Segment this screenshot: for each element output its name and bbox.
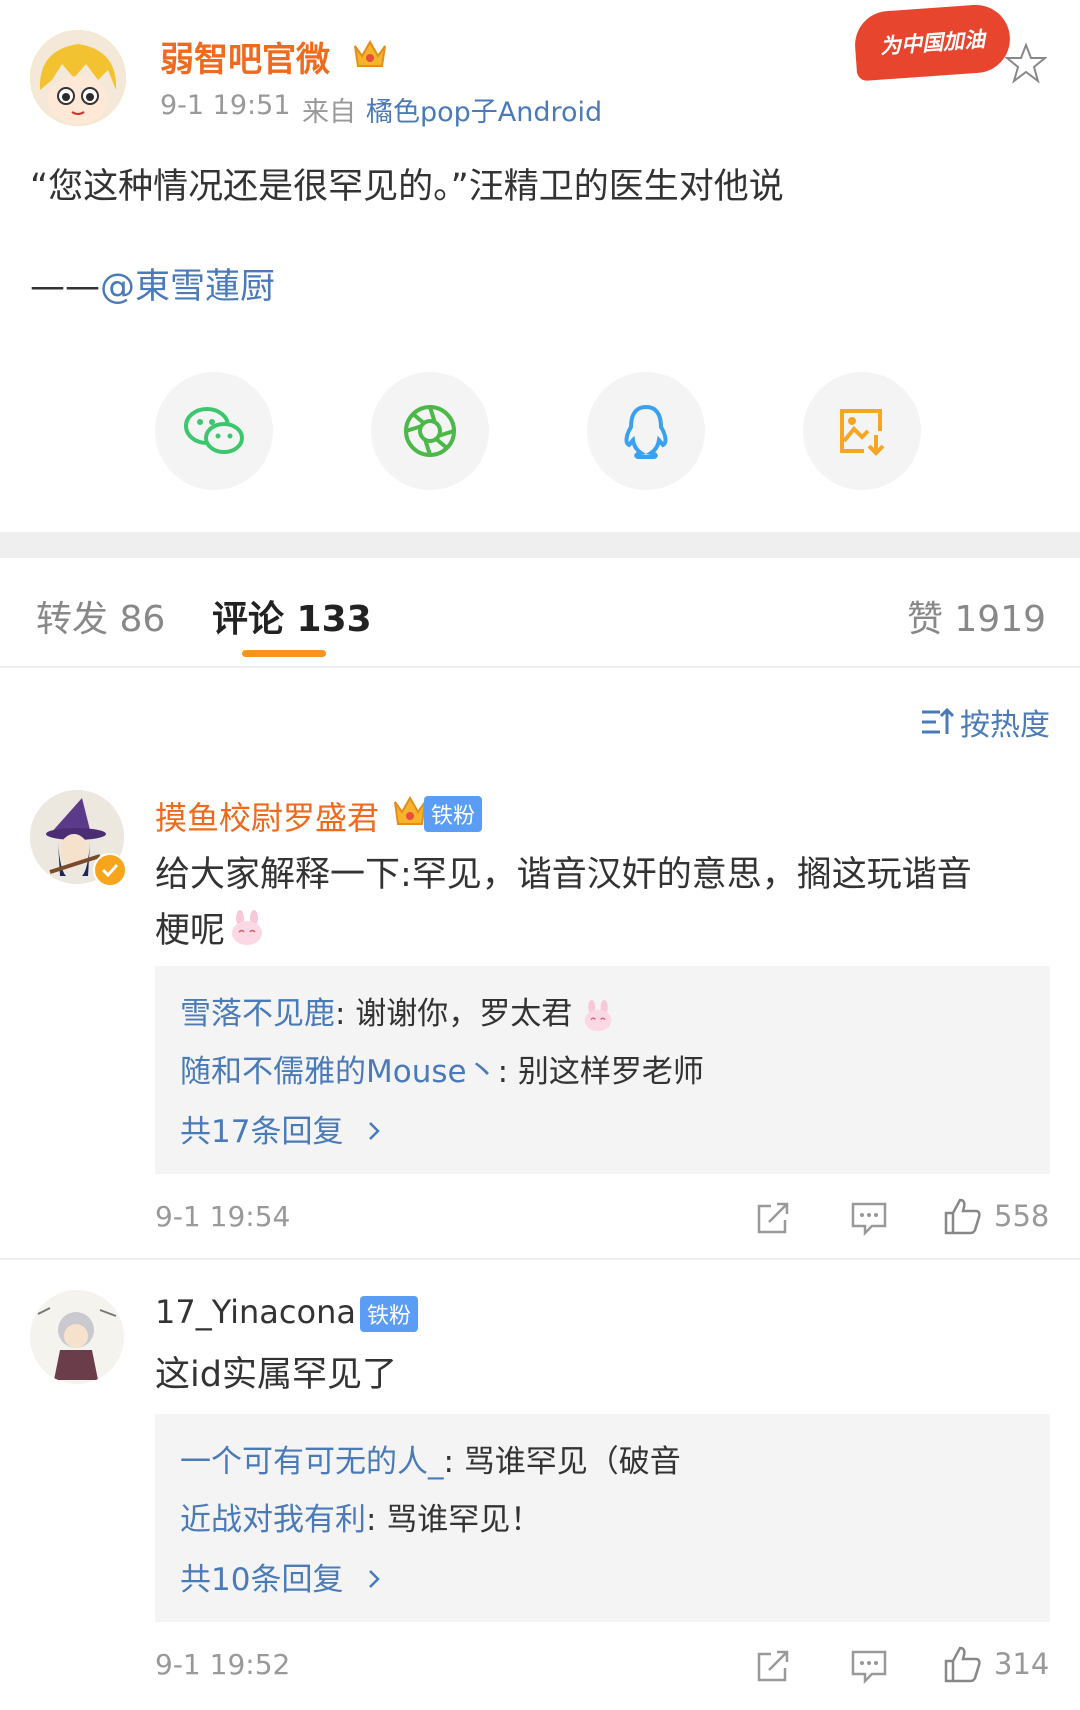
reply-user[interactable]: 雪落不见鹿	[180, 996, 335, 1032]
sort-button[interactable]: 按热度	[920, 700, 1050, 744]
reply-item[interactable]: 随和不儒雅的Mouse丶: 别这样罗老师	[180, 1046, 704, 1091]
post-source-prefix: 来自	[302, 97, 356, 128]
comment-author-name[interactable]: 摸鱼校尉罗盛君	[155, 793, 379, 839]
verified-badge-icon	[93, 853, 127, 887]
tab-comment-indicator	[242, 650, 326, 657]
share-moments-button[interactable]	[371, 372, 489, 490]
wechat-icon	[184, 407, 244, 454]
thumbs-up-icon	[944, 1198, 981, 1235]
more-replies-label: 共17条回复	[180, 1114, 344, 1150]
like-button[interactable]: 314	[942, 1644, 1049, 1684]
promo-badge-label: 为中国加油	[879, 27, 986, 59]
comment-text-line2: 梗呢	[155, 902, 265, 953]
more-replies-link[interactable]: 共10条回复	[180, 1554, 385, 1599]
fan-badge: 铁粉	[360, 1296, 419, 1332]
reply-item[interactable]: 近战对我有利: 骂谁罕见！	[180, 1494, 541, 1539]
post-source-link[interactable]: 橘色pop子Android	[366, 90, 602, 129]
fan-crown-icon	[392, 792, 428, 828]
comment-text-line1: 这id实属罕见了	[155, 1355, 397, 1395]
reply-item[interactable]: 雪落不见鹿: 谢谢你，罗太君	[180, 988, 614, 1033]
reply-text: : 骂谁罕见（破音	[443, 1444, 681, 1480]
sort-icon	[922, 707, 954, 734]
bunny-emoji-icon	[229, 909, 265, 946]
reply-text: : 谢谢你，罗太君	[335, 996, 573, 1032]
post-content-line2: ——@東雪蓮厨	[30, 258, 275, 309]
tab-like[interactable]: 赞 1919	[907, 590, 1046, 642]
moments-icon	[404, 405, 456, 457]
post-mention-link[interactable]: @東雪蓮厨	[100, 267, 275, 307]
comment-icon	[851, 1650, 887, 1685]
reply-user[interactable]: 近战对我有利	[180, 1502, 366, 1538]
reply-user[interactable]: 随和不儒雅的Mouse丶	[180, 1054, 498, 1090]
reply-comment-button[interactable]	[850, 1648, 888, 1685]
tab-repost[interactable]: 转发 86	[36, 590, 165, 642]
more-replies-label: 共10条回复	[180, 1562, 344, 1598]
favorite-star-icon[interactable]	[1004, 42, 1048, 84]
share-icon	[757, 1650, 789, 1682]
forward-comment-button[interactable]	[755, 1648, 791, 1684]
share-qq-button[interactable]	[587, 372, 705, 490]
comment-text-line1: 给大家解释一下:罕见，谐音汉奸的意思，搁这玩谐音	[155, 855, 972, 895]
save-image-icon	[840, 409, 885, 456]
thumbs-up-icon	[944, 1646, 981, 1683]
fan-badge: 铁粉	[424, 796, 483, 832]
comment-time: 9-1 19:52	[155, 1648, 291, 1681]
reply-user[interactable]: 一个可有可无的人_	[180, 1444, 444, 1480]
comment-avatar[interactable]	[30, 1290, 124, 1384]
comment-icon	[851, 1202, 887, 1237]
post-content-dash: ——	[30, 267, 100, 307]
reply-box[interactable]: 雪落不见鹿: 谢谢你，罗太君 随和不儒雅的Mouse丶: 别这样罗老师 共17条…	[155, 966, 1050, 1174]
comment-text-line2-text: 梗呢	[155, 911, 226, 951]
promo-badge[interactable]: 为中国加油	[852, 2, 1013, 82]
share-wechat-button[interactable]	[155, 372, 273, 490]
qq-icon	[624, 404, 668, 459]
tab-comment[interactable]: 评论 133	[212, 590, 372, 642]
section-divider	[0, 532, 1080, 558]
reply-box[interactable]: 一个可有可无的人_: 骂谁罕见（破音 近战对我有利: 骂谁罕见！ 共10条回复	[155, 1414, 1050, 1622]
crown-badge-icon	[352, 36, 388, 70]
author-avatar[interactable]	[30, 30, 126, 126]
sort-label: 按热度	[960, 708, 1050, 743]
reply-comment-button[interactable]	[850, 1200, 888, 1237]
comment-author-name[interactable]: 17_Yinacona	[155, 1293, 356, 1331]
bunny-emoji-icon	[582, 999, 614, 1032]
share-icon	[757, 1202, 789, 1234]
like-count: 558	[994, 1199, 1050, 1233]
post-author-name[interactable]: 弱智吧官微	[160, 32, 330, 81]
reply-text: : 别这样罗老师	[497, 1054, 704, 1090]
post-time: 9-1 19:51	[160, 90, 291, 121]
forward-comment-button[interactable]	[755, 1200, 791, 1236]
save-image-button[interactable]	[803, 372, 921, 490]
tabs-divider	[0, 666, 1080, 668]
like-button[interactable]: 558	[942, 1196, 1049, 1236]
comment-divider	[0, 1258, 1080, 1260]
comment-time: 9-1 19:54	[155, 1200, 291, 1233]
like-count: 314	[994, 1647, 1050, 1681]
reply-item[interactable]: 一个可有可无的人_: 骂谁罕见（破音	[180, 1436, 681, 1481]
more-replies-link[interactable]: 共17条回复	[180, 1106, 385, 1151]
post-content-line1: “您这种情况还是很罕见的。”汪精卫的医生对他说	[30, 167, 784, 207]
chevron-right-icon	[363, 1562, 385, 1588]
reply-text: : 骂谁罕见！	[366, 1502, 542, 1538]
chevron-right-icon	[363, 1114, 385, 1140]
